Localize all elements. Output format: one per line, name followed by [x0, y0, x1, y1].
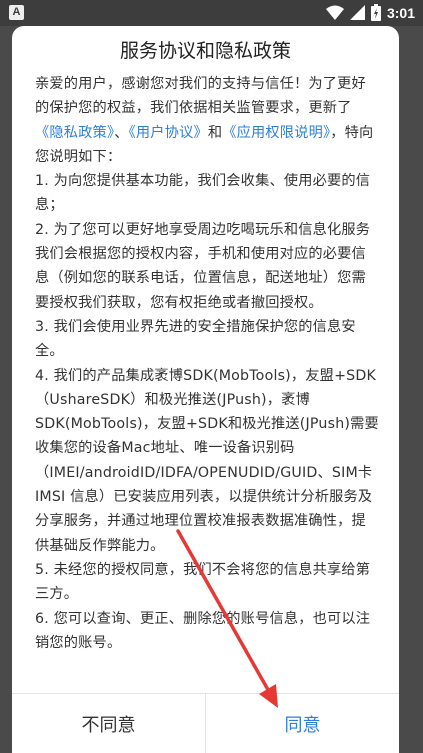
separator-text: 、 [114, 124, 129, 141]
separator-text: 和 [207, 124, 223, 141]
battery-icon [370, 4, 381, 21]
user-agreement-link[interactable]: 《用户协议》 [129, 125, 208, 141]
item-1: 1. 为向您提供基本功能，我们会收集、使用必要的信息； [35, 173, 371, 214]
privacy-dialog: 服务协议和隐私政策 亲爱的用户，感谢您对我们的支持与信任！为了更好的保护您的权益… [12, 26, 399, 753]
signal-icon [349, 4, 365, 21]
item-2: 2. 为了您可以更好地享受周边吃喝玩乐和信息化服务我们会根据您的授权内容，手机和… [35, 221, 371, 311]
agree-button[interactable]: 同意 [206, 694, 399, 753]
notification-icon: A [9, 5, 24, 20]
item-4: 4. 我们的产品集成袤博SDK(MobTools)，友盟+SDK（UshareS… [35, 367, 379, 554]
privacy-policy-link[interactable]: 《隐私政策》 [35, 125, 114, 141]
intro-text: 亲爱的用户，感谢您对我们的支持与信任！为了更好的保护您的权益，我们依据相关监管要… [35, 76, 366, 117]
wifi-icon [325, 5, 344, 21]
item-6: 6. 您可以查询、更正、删除您的账号信息，也可以注销您的账号。 [35, 610, 371, 651]
item-5: 5. 未经您的授权同意，我们不会将您的信息共享给第三方。 [35, 561, 371, 603]
dialog-title: 服务协议和隐私政策 [119, 40, 291, 62]
disagree-button[interactable]: 不同意 [12, 694, 206, 753]
item-3: 3. 我们会使用业界先进的安全措施保护您的信息安全。 [35, 318, 356, 360]
clock-time: 3:01 [386, 4, 415, 21]
intro-paragraph: 亲爱的用户，感谢您对我们的支持与信任！为了更好的保护您的权益，我们依据相关监管要… [35, 72, 380, 169]
status-bar: A 3:01 [0, 0, 423, 26]
dialog-footer: 不同意 同意 [12, 693, 399, 753]
app-permission-link[interactable]: 《应用权限说明》 [222, 125, 330, 141]
dialog-body: 亲爱的用户，感谢您对我们的支持与信任！为了更好的保护您的权益，我们依据相关监管要… [35, 72, 380, 655]
